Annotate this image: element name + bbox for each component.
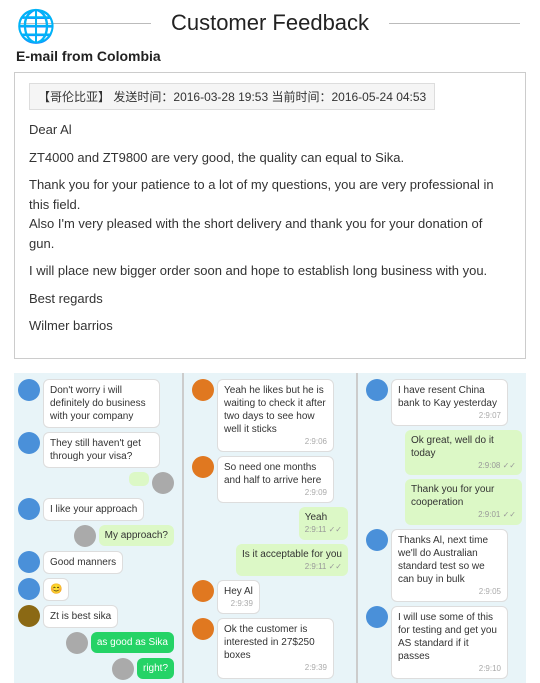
list-item: Thank you for your cooperation 2:9:01 ✓✓ — [366, 479, 522, 524]
bubble: Hey Al 2:9:39 — [217, 580, 260, 614]
meta-send: 发送时间：2016-03-28 19:53 — [113, 90, 268, 104]
list-item: Thanks Al, next time we'll do Australian… — [366, 529, 522, 602]
email-line2: Thank you for your patience to a lot of … — [29, 175, 511, 253]
avatar — [74, 525, 96, 547]
avatar — [366, 529, 388, 551]
bubble: They still haven't get through your visa… — [43, 432, 160, 468]
avatar — [18, 498, 40, 520]
col-divider-2 — [356, 373, 358, 683]
list-item: right? — [18, 658, 174, 680]
bubble: Ok great, well do it today 2:9:08 ✓✓ — [405, 430, 522, 475]
avatar — [66, 632, 88, 654]
bubble: Ok the customer is interested in 27$250 … — [217, 618, 334, 678]
avatar — [192, 618, 214, 640]
list-item: Yeah 2:9:11 ✓✓ — [192, 507, 348, 539]
list-item: Good manners — [18, 551, 174, 574]
bubble — [129, 472, 149, 486]
avatar — [18, 578, 40, 600]
chat-messages-3: I have resent China bank to Kay yesterda… — [362, 373, 526, 683]
bubble: I like your approach — [43, 498, 144, 521]
list-item: I will use some of this for testing and … — [366, 606, 522, 679]
avatar — [192, 379, 214, 401]
list-item — [18, 472, 174, 494]
meta-bracket-right: 】 — [98, 90, 110, 104]
list-item: 😊 — [18, 578, 174, 601]
chat-area: Don't worry i will definitely do busines… — [14, 373, 526, 683]
list-item: Ok the customer is interested in 27$250 … — [192, 618, 348, 678]
bubble: My approach? — [99, 525, 174, 546]
bubble: Thank you for your cooperation 2:9:01 ✓✓ — [405, 479, 522, 524]
bubble: Is it acceptable for you 2:9:11 ✓✓ — [236, 544, 348, 576]
chat-col-1: Don't worry i will definitely do busines… — [14, 373, 178, 683]
email-block: 【哥伦比亚】 发送时间：2016-03-28 19:53 当前时间：2016-0… — [14, 72, 526, 359]
bubble: So need one months and half to arrive he… — [217, 456, 334, 503]
avatar — [192, 456, 214, 478]
bubble: I have resent China bank to Kay yesterda… — [391, 379, 508, 426]
header: 🌐 Customer Feedback — [0, 0, 540, 42]
list-item: Hey Al 2:9:39 — [192, 580, 348, 614]
avatar — [18, 605, 40, 627]
email-closing: Best regards — [29, 289, 511, 309]
list-item: They still haven't get through your visa… — [18, 432, 174, 468]
list-item: Zt is best sika — [18, 605, 174, 628]
bubble: Don't worry i will definitely do busines… — [43, 379, 160, 428]
section-label: E-mail from Colombia — [0, 42, 540, 72]
chat-col-2: Yeah he likes but he is waiting to check… — [188, 373, 352, 683]
avatar — [112, 658, 134, 680]
email-greeting: Dear Al — [29, 120, 511, 140]
avatar — [152, 472, 174, 494]
email-body: Dear Al ZT4000 and ZT9800 are very good,… — [29, 120, 511, 336]
bubble: 😊 — [43, 578, 69, 601]
list-item: as good as Sika — [18, 632, 174, 654]
bubble: Yeah he likes but he is waiting to check… — [217, 379, 334, 452]
avatar — [366, 379, 388, 401]
list-item: I have resent China bank to Kay yesterda… — [366, 379, 522, 426]
bubble: as good as Sika — [91, 632, 174, 653]
chat-messages-1: Don't worry i will definitely do busines… — [14, 373, 178, 683]
email-line3: I will place new bigger order soon and h… — [29, 261, 511, 281]
list-item: Is it acceptable for you 2:9:11 ✓✓ — [192, 544, 348, 576]
bubble: right? — [137, 658, 174, 679]
bubble: Good manners — [43, 551, 123, 574]
col-divider-1 — [182, 373, 184, 683]
list-item: Yeah he likes but he is waiting to check… — [192, 379, 348, 452]
list-item: Ok great, well do it today 2:9:08 ✓✓ — [366, 430, 522, 475]
avatar — [18, 551, 40, 573]
header-lines: Customer Feedback — [20, 10, 520, 36]
header-line-right — [389, 23, 520, 24]
email-name: Wilmer barrios — [29, 316, 511, 336]
list-item: Don't worry i will definitely do busines… — [18, 379, 174, 428]
meta-current: 当前时间：2016-05-24 04:53 — [271, 90, 426, 104]
list-item: My approach? — [18, 525, 174, 547]
meta-bracket-left: 【 — [38, 90, 50, 104]
globe-icon: 🌐 — [18, 8, 54, 44]
bubble: Zt is best sika — [43, 605, 118, 628]
bubble: Thanks Al, next time we'll do Australian… — [391, 529, 508, 602]
email-line1: ZT4000 and ZT9800 are very good, the qua… — [29, 148, 511, 168]
avatar — [18, 432, 40, 454]
chat-messages-2: Yeah he likes but he is waiting to check… — [188, 373, 352, 683]
page-title: Customer Feedback — [161, 10, 379, 36]
avatar — [366, 606, 388, 628]
list-item: I like your approach — [18, 498, 174, 521]
bubble: Yeah 2:9:11 ✓✓ — [299, 507, 348, 539]
email-meta: 【哥伦比亚】 发送时间：2016-03-28 19:53 当前时间：2016-0… — [29, 83, 435, 110]
chat-col-3: I have resent China bank to Kay yesterda… — [362, 373, 526, 683]
list-item: So need one months and half to arrive he… — [192, 456, 348, 503]
bubble: I will use some of this for testing and … — [391, 606, 508, 679]
avatar — [18, 379, 40, 401]
meta-country: 哥伦比亚 — [50, 90, 98, 104]
avatar — [192, 580, 214, 602]
